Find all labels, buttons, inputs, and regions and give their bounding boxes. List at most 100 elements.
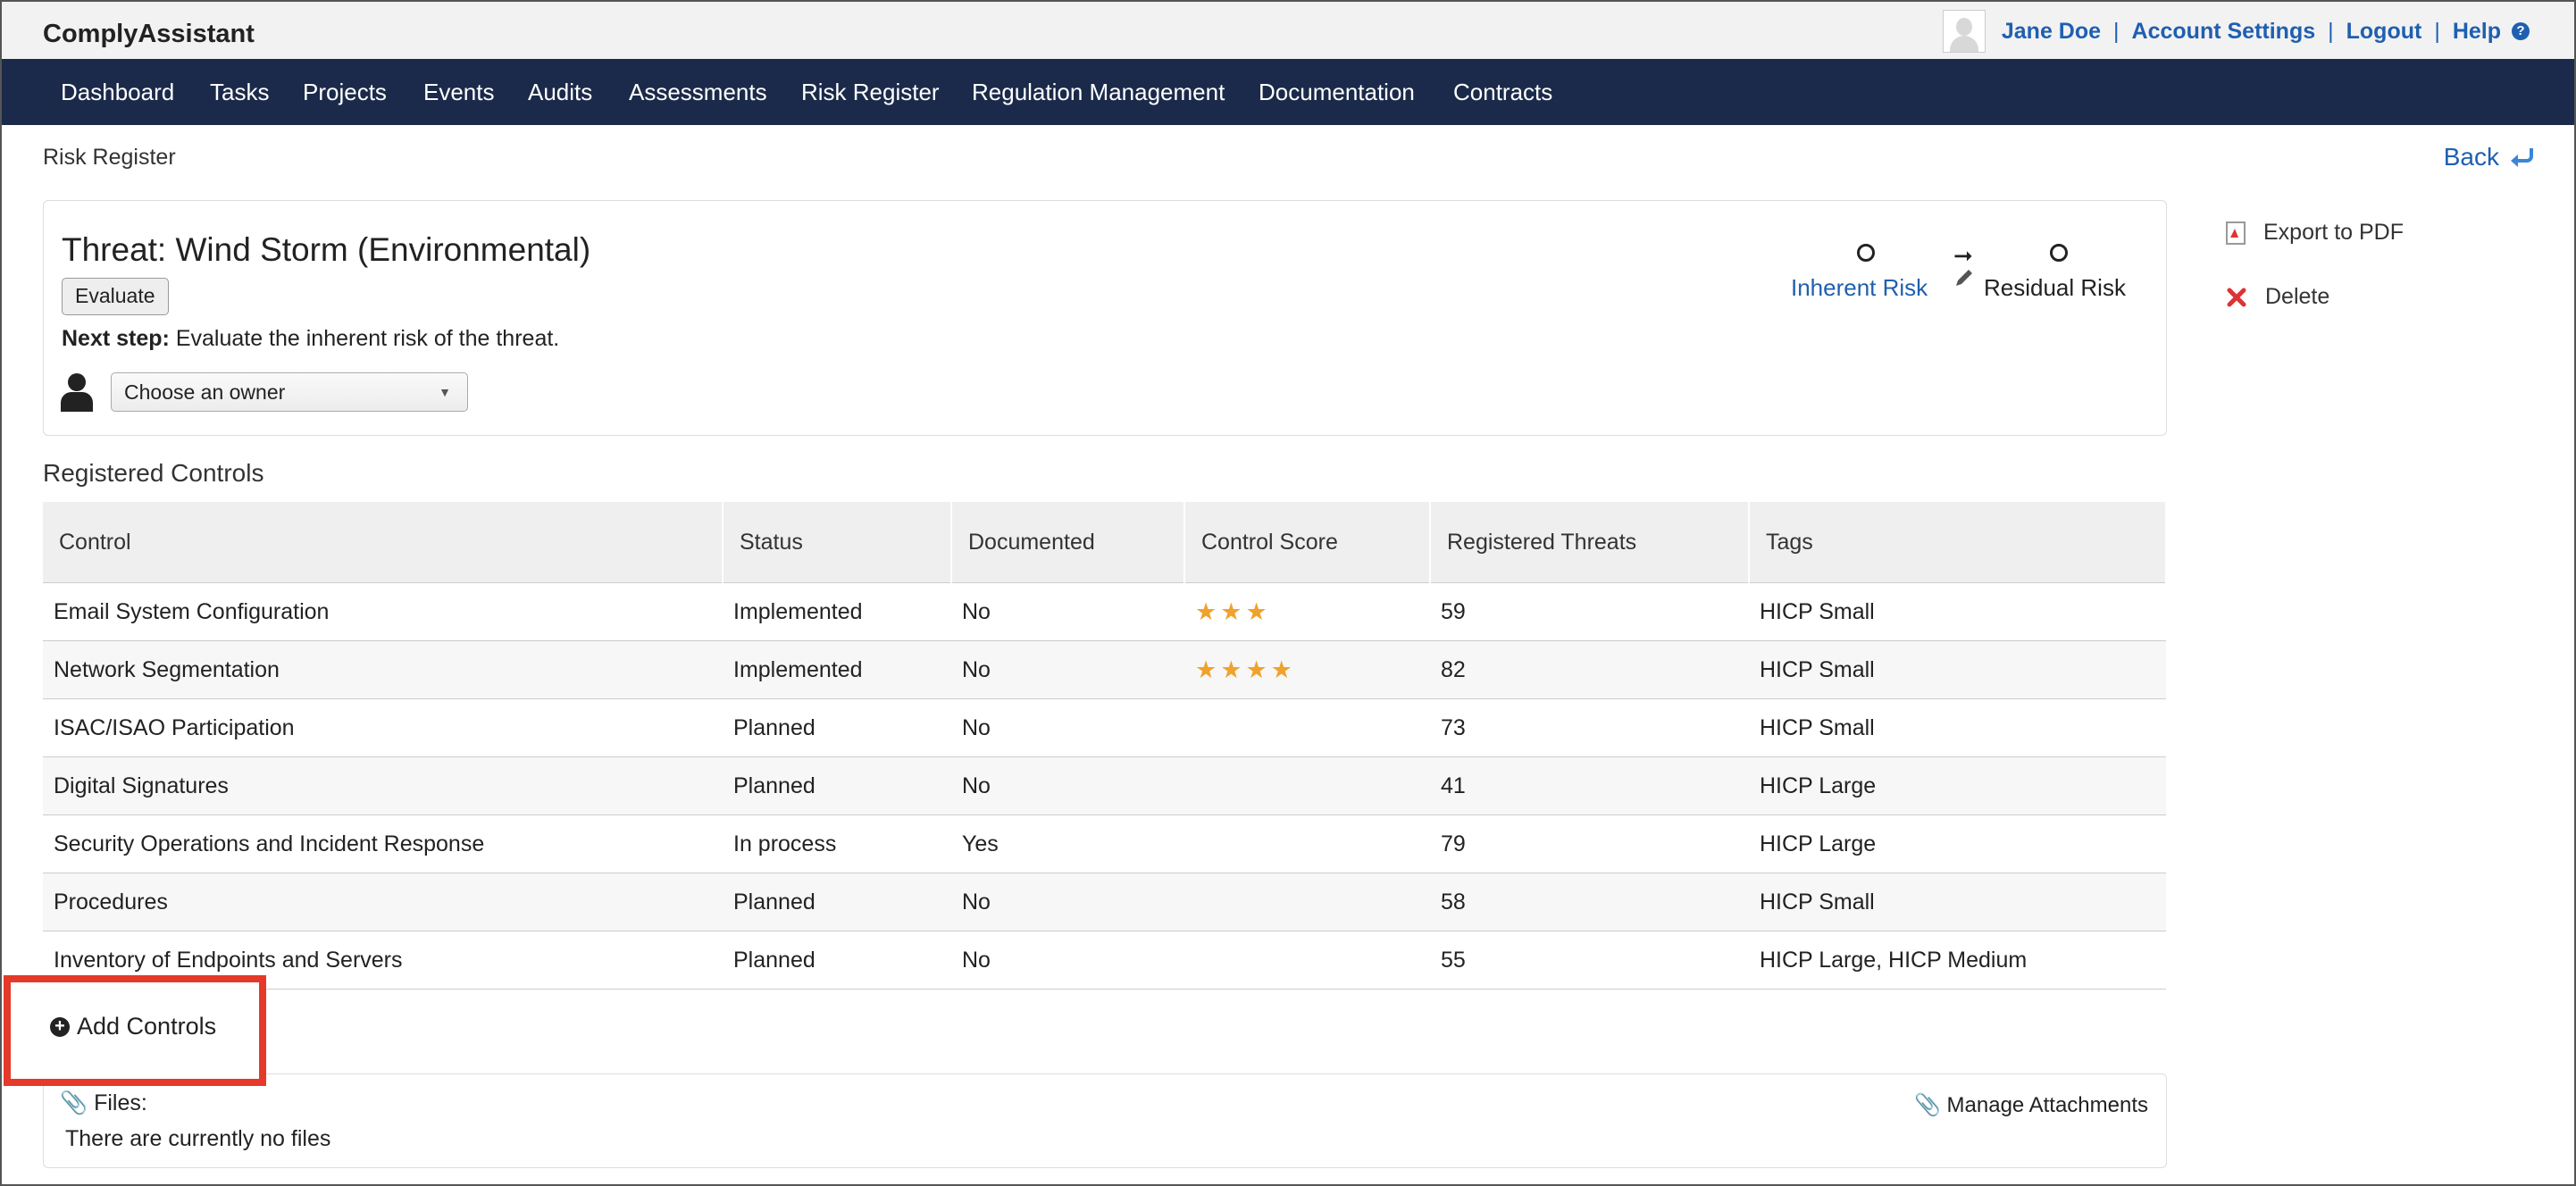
table-row: Security Operations and Incident Respons…	[43, 814, 2166, 873]
back-link[interactable]: Back	[2444, 143, 2535, 171]
tags-cell: HICP Large, HICP Medium	[1749, 931, 2166, 990]
account-settings-link[interactable]: Account Settings	[2132, 19, 2316, 45]
inherent-risk-link[interactable]: Inherent Risk	[1791, 274, 1928, 302]
nav-item-contracts[interactable]: Contracts	[1453, 79, 1552, 106]
registered-threats-cell: 41	[1430, 756, 1749, 815]
table-header-row: Control Status Documented Control Score …	[43, 502, 2167, 583]
threat-title: Threat: Wind Storm (Environmental)	[62, 231, 591, 268]
column-header-control[interactable]: Control	[43, 502, 723, 583]
nav-item-documentation[interactable]: Documentation	[1259, 79, 1415, 106]
column-header-documented[interactable]: Documented	[951, 502, 1185, 583]
pencil-icon[interactable]	[1953, 267, 1975, 288]
control-score-cell	[1184, 698, 1430, 757]
control-score-cell: ★ ★ ★	[1184, 582, 1430, 641]
star-icon: ★	[1195, 656, 1217, 683]
status-link[interactable]: Planned	[723, 698, 951, 757]
evaluate-button[interactable]: Evaluate	[62, 278, 169, 315]
status-link[interactable]: Implemented	[723, 640, 951, 699]
star-icon: ★	[1220, 656, 1242, 683]
control-link[interactable]: Email System Configuration	[43, 582, 723, 641]
documented-cell: No	[951, 873, 1184, 931]
tags-cell: HICP Small	[1749, 698, 2166, 757]
separator: |	[2434, 18, 2440, 44]
control-score-cell	[1184, 756, 1430, 815]
logout-link[interactable]: Logout	[2346, 19, 2422, 45]
avatar-icon[interactable]	[1942, 10, 1986, 53]
column-header-tags[interactable]: Tags	[1749, 502, 2167, 583]
tags-cell: HICP Large	[1749, 756, 2166, 815]
table-row: Email System Configuration Implemented N…	[43, 582, 2166, 641]
user-bar: Jane Doe | Account Settings | Logout | H…	[1942, 10, 2530, 53]
status-link[interactable]: Planned	[723, 756, 951, 815]
nav-item-projects[interactable]: Projects	[303, 79, 387, 106]
export-pdf-label: Export to PDF	[2263, 220, 2404, 245]
registered-threats-cell: 79	[1430, 814, 1749, 873]
nav-item-assessments[interactable]: Assessments	[629, 79, 767, 106]
column-header-control-score[interactable]: Control Score	[1184, 502, 1431, 583]
registered-threats-cell: 58	[1430, 873, 1749, 931]
help-link[interactable]: Help	[2453, 19, 2501, 45]
breadcrumb: Risk Register	[43, 145, 176, 170]
table-row: ISAC/ISAO Participation Planned No 73 HI…	[43, 698, 2166, 757]
nav-item-dashboard[interactable]: Dashboard	[61, 79, 174, 106]
arrow-right-icon: ➞	[1953, 242, 1973, 269]
documented-cell: No	[951, 698, 1184, 757]
control-link[interactable]: Network Segmentation	[43, 640, 723, 699]
table-row: Inventory of Endpoints and Servers Plann…	[43, 931, 2166, 990]
app-brand: ComplyAssistant	[43, 20, 255, 48]
nav-item-risk-register[interactable]: Risk Register	[801, 79, 940, 106]
next-step-label: Next step:	[62, 326, 170, 351]
files-panel: 📎 Files: There are currently no files 📎 …	[43, 1073, 2167, 1168]
add-controls-label: Add Controls	[77, 1013, 217, 1040]
user-name-link[interactable]: Jane Doe	[2002, 19, 2101, 45]
nav-item-tasks[interactable]: Tasks	[210, 79, 269, 106]
tags-cell: HICP Small	[1749, 640, 2166, 699]
documented-cell: No	[951, 640, 1184, 699]
files-label: 📎 Files:	[60, 1090, 147, 1116]
registered-threats-cell: 73	[1430, 698, 1749, 757]
nav-item-audits[interactable]: Audits	[528, 79, 592, 106]
star-icon: ★	[1245, 656, 1267, 683]
registered-threats-cell: 55	[1430, 931, 1749, 990]
column-header-registered-threats[interactable]: Registered Threats	[1430, 502, 1750, 583]
add-controls-button[interactable]: + Add Controls	[50, 1013, 216, 1040]
star-icon: ★	[1245, 597, 1267, 625]
pdf-icon	[2226, 221, 2246, 245]
delete-label: Delete	[2265, 284, 2330, 309]
residual-risk-label: Residual Risk	[1984, 274, 2126, 301]
status-link[interactable]: Planned	[723, 931, 951, 990]
documented-cell: No	[951, 931, 1184, 990]
help-icon[interactable]: ?	[2512, 22, 2530, 40]
control-link[interactable]: Digital Signatures	[43, 756, 723, 815]
control-score-cell	[1184, 931, 1430, 990]
tags-cell: HICP Small	[1749, 873, 2166, 931]
tags-cell: HICP Large	[1749, 814, 2166, 873]
table-row: Network Segmentation Implemented No ★ ★ ★ ★…	[43, 640, 2166, 699]
controls-table: Control Status Documented Control Score …	[43, 502, 2167, 990]
control-link[interactable]: ISAC/ISAO Participation	[43, 698, 723, 757]
control-score-cell	[1184, 814, 1430, 873]
separator: |	[2113, 18, 2120, 44]
documented-cell: Yes	[951, 814, 1184, 873]
person-icon	[61, 373, 93, 412]
control-link[interactable]: Procedures	[43, 873, 723, 931]
paperclip-icon: 📎	[60, 1090, 88, 1115]
files-empty-text: There are currently no files	[65, 1126, 331, 1151]
delete-button[interactable]: Delete	[2226, 284, 2329, 310]
next-step-text: Evaluate the inherent risk of the threat…	[169, 326, 560, 351]
owner-select[interactable]: Choose an owner ▼	[111, 372, 468, 412]
status-link[interactable]: Implemented	[723, 582, 951, 641]
nav-item-events[interactable]: Events	[423, 79, 495, 106]
nav-item-regulation-management[interactable]: Regulation Management	[972, 79, 1225, 106]
back-arrow-icon	[2511, 148, 2533, 167]
status-link[interactable]: In process	[723, 814, 951, 873]
status-link[interactable]: Planned	[723, 873, 951, 931]
control-link[interactable]: Security Operations and Incident Respons…	[43, 814, 723, 873]
column-header-status[interactable]: Status	[723, 502, 952, 583]
separator: |	[2328, 18, 2334, 44]
documented-cell: No	[951, 582, 1184, 641]
manage-attachments-link[interactable]: 📎 Manage Attachments	[1914, 1092, 2148, 1118]
plus-circle-icon: +	[50, 1016, 70, 1037]
export-pdf-button[interactable]: Export to PDF	[2226, 220, 2404, 246]
inherent-risk-indicator	[1857, 244, 1875, 262]
